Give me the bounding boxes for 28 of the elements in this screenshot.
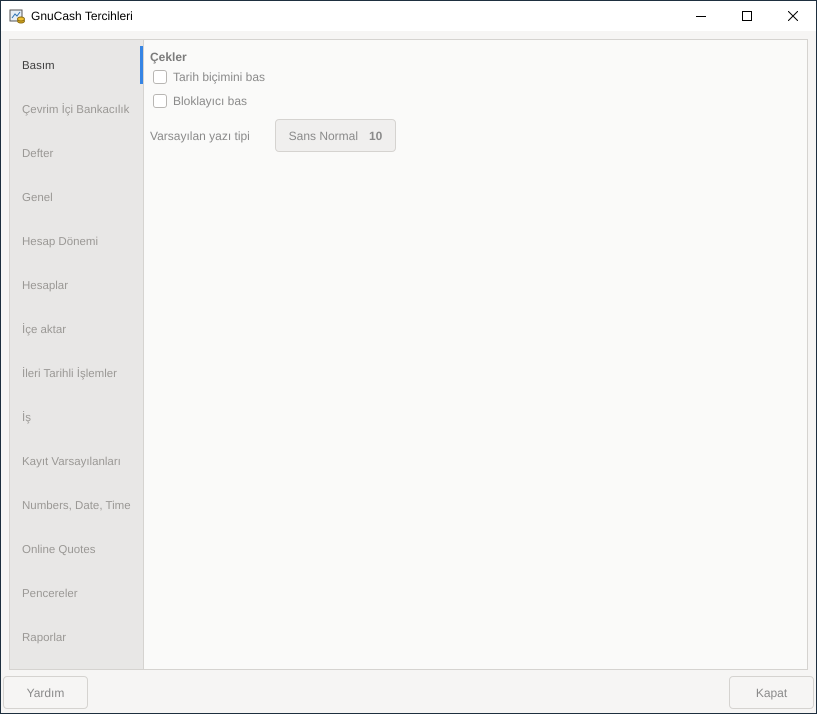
sidebar-item[interactable]: İş [10,396,143,440]
sidebar-item[interactable]: İçe aktar [10,308,143,352]
checkbox-label: Bloklayıcı bas [173,94,248,108]
help-button[interactable]: Yardım [3,676,88,709]
close-dialog-button[interactable]: Kapat [729,676,814,709]
sidebar-item[interactable]: Kayıt Varsayılanları [10,440,143,484]
sidebar-item[interactable]: Pencereler [10,572,143,616]
sidebar-item[interactable]: Raporlar [10,616,143,660]
window-title: GnuCash Tercihleri [31,9,134,23]
sidebar-item[interactable]: Numbers, Date, Time [10,484,143,528]
app-icon [9,8,25,24]
font-button[interactable]: Sans Normal 10 [275,119,396,152]
field-label: Varsayılan yazı tipi [150,128,251,142]
sidebar-item[interactable]: Defter [10,132,143,176]
sidebar-item[interactable]: Hesap Dönemi [10,220,143,264]
sidebar-item[interactable]: Hesaplar [10,264,143,308]
maximize-icon [742,11,752,21]
close-icon [788,11,798,21]
sidebar-item[interactable]: İleri Tarihli İşlemler [10,352,143,396]
scroll-indicator [140,46,143,84]
checkbox[interactable] [153,70,167,84]
section-heading: Çekler [150,50,187,64]
sidebar-item[interactable]: Genel [10,176,143,220]
sidebar-item[interactable]: Çevrim İçi Bankacılık [10,88,143,132]
sidebar-item[interactable]: Online Quotes [10,528,143,572]
checkbox-label: Tarih biçimini bas [173,70,266,84]
sidebar-item[interactable]: Basım [10,44,143,88]
checkbox[interactable] [153,94,167,108]
